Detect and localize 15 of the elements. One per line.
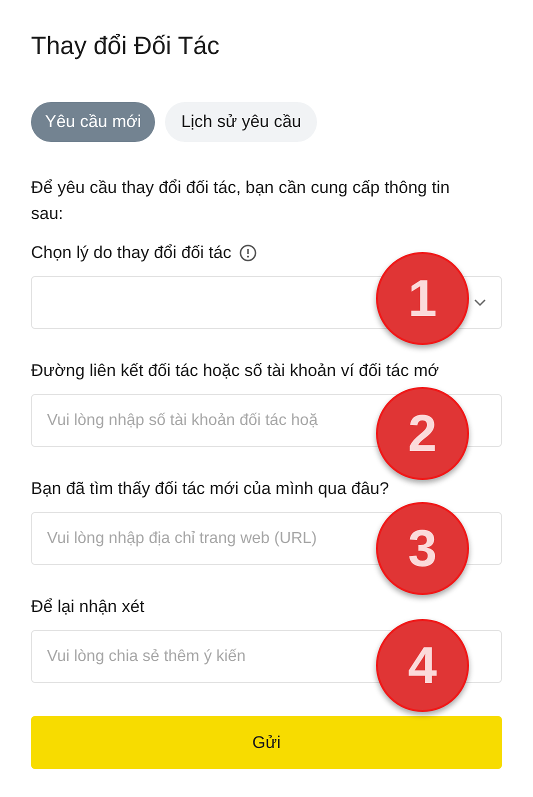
- number-badge: 4: [376, 619, 469, 712]
- page-title: Thay đổi Đối Tác: [31, 31, 220, 62]
- field-label: Để lại nhận xét: [31, 596, 144, 618]
- chevron-down-icon: [473, 298, 487, 307]
- number-badge: 3: [376, 502, 469, 595]
- submit-button[interactable]: Gửi: [31, 716, 502, 769]
- field-label: Chọn lý do thay đổi đối tác: [31, 242, 232, 264]
- number-badge: 2: [376, 387, 469, 480]
- tab[interactable]: Yêu cầu mới: [31, 102, 156, 142]
- info-icon[interactable]: [239, 244, 258, 262]
- intro-text: Để yêu cầu thay đổi đối tác, bạn cần cung cấp thông tin sau:: [31, 177, 451, 225]
- number-badge: 1: [376, 252, 469, 345]
- tab[interactable]: Lịch sử yêu cầu: [165, 102, 318, 142]
- field-label: Đường liên kết đối tác hoặc số tài khoản ví đối tác mớ: [31, 360, 439, 382]
- field-label: Bạn đã tìm thấy đối tác mới của mình qua đâu?: [31, 478, 389, 500]
